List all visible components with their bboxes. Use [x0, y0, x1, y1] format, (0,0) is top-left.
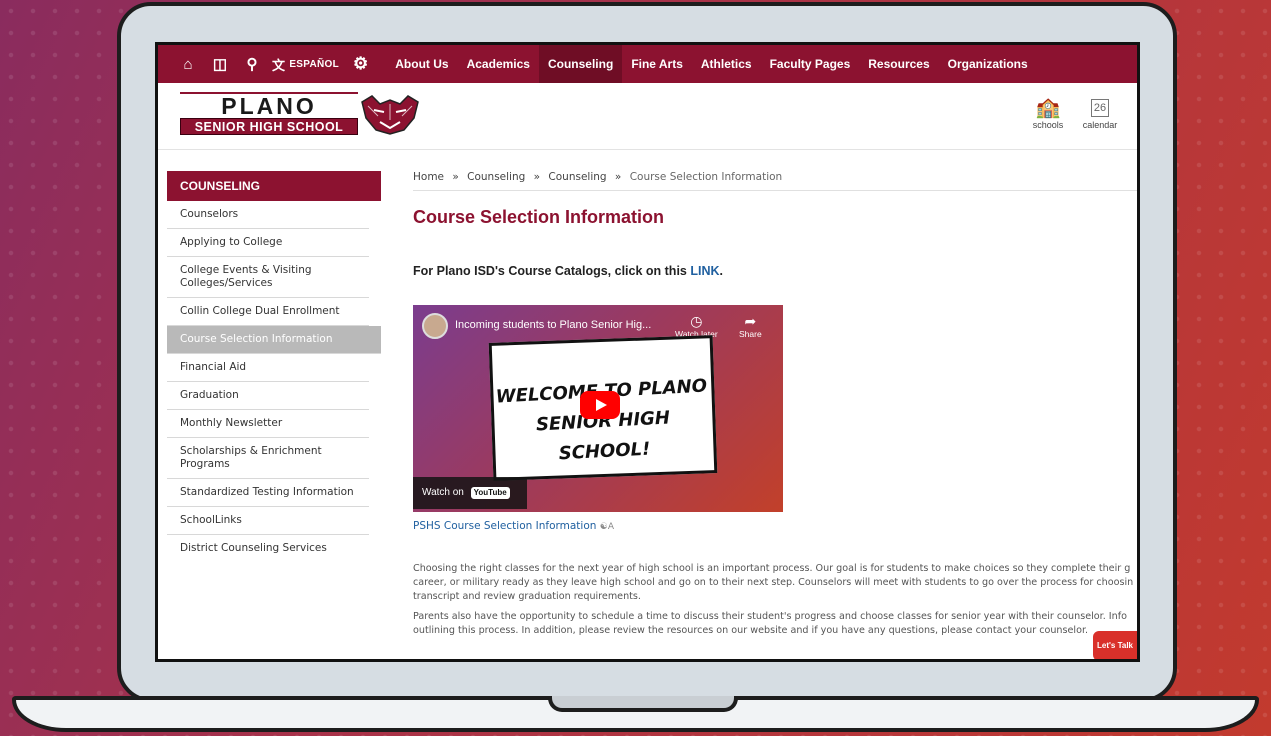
nav-resources[interactable]: Resources	[859, 45, 938, 83]
calendar-link[interactable]: 26 calendar	[1078, 96, 1122, 130]
sidebar-item-monthly-newsletter[interactable]: Monthly Newsletter	[167, 410, 369, 438]
nav-counseling[interactable]: Counseling	[538, 45, 623, 83]
catalog-sentence: For Plano ISD's Course Catalogs, click o…	[413, 264, 1137, 278]
counseling-sidebar: COUNSELING Counselors Applying to Colleg…	[167, 171, 381, 562]
youtube-video-embed[interactable]: Incoming students to Plano Senior Hig...…	[413, 305, 783, 512]
sidebar-item-financial-aid[interactable]: Financial Aid	[167, 354, 369, 382]
share-arrow-icon: ➦	[744, 313, 757, 329]
parents-line-1: Parents also have the opportunity to sch…	[413, 611, 1127, 622]
school-building-icon: 🏫	[1035, 97, 1061, 119]
nav-faculty-pages[interactable]: Faculty Pages	[761, 45, 860, 83]
breadcrumb: Home » Counseling » Counseling » Course …	[413, 171, 1137, 191]
breadcrumb-counseling-sub[interactable]: Counseling	[548, 171, 606, 183]
sidebar-item-scholarships[interactable]: Scholarships & Enrichment Programs	[167, 438, 369, 479]
sidebar-item-standardized-testing[interactable]: Standardized Testing Information	[167, 479, 369, 507]
nav-athletics[interactable]: Athletics	[692, 45, 761, 83]
youtube-logo-icon: YouTube	[470, 487, 510, 499]
channel-avatar[interactable]	[422, 313, 448, 339]
play-button-icon[interactable]	[580, 391, 620, 419]
intro-line-1: Choosing the right classes for the next …	[413, 563, 1131, 574]
sidebar-item-applying-to-college[interactable]: Applying to College	[167, 229, 369, 257]
lets-talk-chat-button[interactable]: Let's Talk	[1093, 631, 1137, 659]
nav-academics[interactable]: Academics	[458, 45, 539, 83]
breadcrumb-home[interactable]: Home	[413, 171, 444, 183]
home-icon[interactable]: ⌂	[172, 56, 204, 73]
schools-label: schools	[1032, 120, 1064, 130]
parents-line-2: outlining this process. In addition, ple…	[413, 625, 1089, 636]
watch-on-label: Watch on	[422, 487, 464, 498]
school-logo[interactable]: PLANO SENIOR HIGH SCHOOL	[180, 92, 360, 135]
sidebar-title: COUNSELING	[167, 171, 381, 201]
schools-link[interactable]: 🏫 schools	[1030, 96, 1066, 130]
sidebar-item-course-selection[interactable]: Course Selection Information	[167, 326, 381, 354]
gear-icon[interactable]: ⚙	[353, 54, 368, 74]
sidebar-item-graduation[interactable]: Graduation	[167, 382, 369, 410]
wildcat-mascot-icon	[361, 95, 419, 135]
intro-line-2: career, or military ready as they leave …	[413, 577, 1134, 588]
sidebar-item-counselors[interactable]: Counselors	[167, 201, 369, 229]
nav-about-us[interactable]: About Us	[386, 45, 457, 83]
calendar-day: 26	[1091, 99, 1109, 117]
intro-line-3: transcript and review graduation require…	[413, 591, 641, 602]
breadcrumb-separator: »	[614, 171, 622, 183]
breadcrumb-separator: »	[533, 171, 541, 183]
intro-paragraph: Choosing the right classes for the next …	[413, 562, 1137, 604]
sidebar-item-schoollinks[interactable]: SchoolLinks	[167, 507, 369, 535]
laptop-notch	[548, 696, 738, 712]
catalog-text: For Plano ISD's Course Catalogs, click o…	[413, 264, 691, 278]
calendar-label: calendar	[1082, 120, 1118, 130]
video-caption-link[interactable]: PSHS Course Selection Information	[413, 520, 596, 532]
nav-organizations[interactable]: Organizations	[939, 45, 1037, 83]
parents-paragraph: Parents also have the opportunity to sch…	[413, 610, 1137, 638]
main-content: Home » Counseling » Counseling » Course …	[413, 171, 1137, 638]
catalog-end: .	[719, 264, 723, 278]
nav-fine-arts[interactable]: Fine Arts	[622, 45, 692, 83]
sidebar-item-college-events[interactable]: College Events & Visiting Colleges/Servi…	[167, 257, 369, 298]
calendar-icon: 26	[1078, 96, 1122, 120]
translate-icon[interactable]: ☯A	[600, 522, 614, 532]
catalog-link[interactable]: LINK	[690, 264, 719, 278]
sidebar-item-dual-enrollment[interactable]: Collin College Dual Enrollment	[167, 298, 369, 326]
page-title: Course Selection Information	[413, 207, 665, 227]
share-label: Share	[739, 329, 762, 339]
watch-on-youtube-button[interactable]: Watch on YouTube	[413, 477, 527, 509]
site-header: PLANO SENIOR HIGH SCHOOL 🏫 schools 26 ca…	[158, 83, 1137, 150]
language-toggle[interactable]: 文 ESPAÑOL	[272, 55, 339, 74]
clock-icon: ◷	[690, 313, 703, 329]
video-title[interactable]: Incoming students to Plano Senior Hig...	[455, 319, 651, 331]
browser-screen: ⌂ ◫ ⚲ 文 ESPAÑOL ⚙ About Us Academics Cou…	[155, 42, 1140, 662]
sidebar-item-district-counseling[interactable]: District Counseling Services	[167, 535, 369, 562]
translate-icon: 文	[272, 57, 286, 73]
monitor-icon[interactable]: ◫	[204, 55, 236, 73]
espanol-label: ESPAÑOL	[289, 58, 340, 70]
logo-senior-high-school: SENIOR HIGH SCHOOL	[180, 118, 358, 135]
logo-plano: PLANO	[221, 93, 317, 119]
bubble-text: WELCOME TO PLANO SENIOR HIGH SCHOOL!	[489, 371, 717, 473]
top-navigation: ⌂ ◫ ⚲ 文 ESPAÑOL ⚙ About Us Academics Cou…	[158, 45, 1137, 83]
breadcrumb-separator: »	[452, 171, 459, 183]
search-icon[interactable]: ⚲	[236, 55, 268, 73]
share-button[interactable]: ➦ Share	[739, 313, 762, 339]
breadcrumb-current: Course Selection Information	[629, 171, 783, 183]
video-caption[interactable]: PSHS Course Selection Information ☯A	[413, 520, 1137, 532]
breadcrumb-counseling[interactable]: Counseling	[467, 171, 525, 183]
